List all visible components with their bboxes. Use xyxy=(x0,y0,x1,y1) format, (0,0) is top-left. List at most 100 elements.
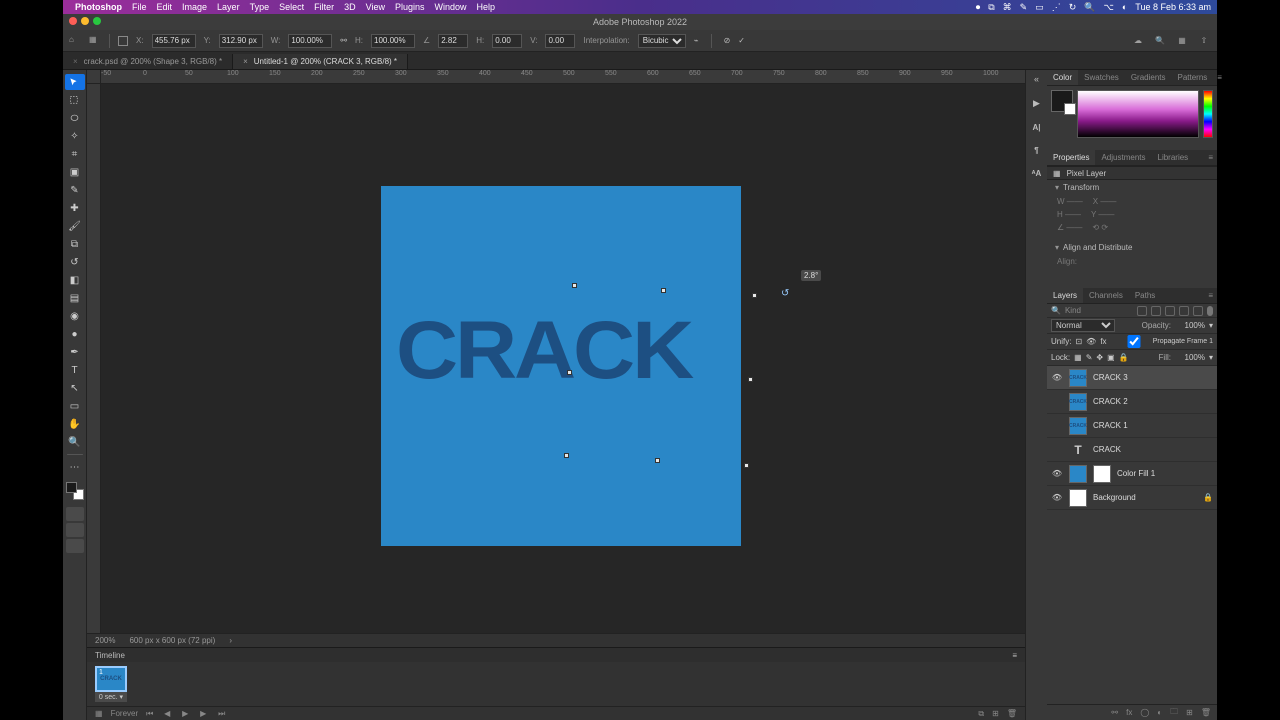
eyedropper-tool[interactable]: ✎ xyxy=(65,182,85,198)
layer-thumbnail[interactable]: CRACK xyxy=(1069,369,1087,387)
move-tool[interactable] xyxy=(65,74,85,90)
menu-file[interactable]: File xyxy=(132,2,147,12)
transform-handle[interactable] xyxy=(752,293,757,298)
interp-select[interactable]: Bicubic xyxy=(638,34,686,48)
tab-gradients[interactable]: Gradients xyxy=(1125,70,1172,85)
commit-transform-icon[interactable]: ✓ xyxy=(738,36,745,45)
warp-icon[interactable]: ⌁ xyxy=(694,36,699,45)
layer-row[interactable]: TCRACK xyxy=(1047,438,1217,462)
color-preview-swatch[interactable] xyxy=(1051,90,1073,112)
tab-color[interactable]: Color xyxy=(1047,70,1078,85)
transform-handle[interactable] xyxy=(564,453,569,458)
tab-channels[interactable]: Channels xyxy=(1083,288,1129,303)
history-panel-icon[interactable]: ▶ xyxy=(1033,98,1040,109)
lock-trans-icon[interactable]: ▦ xyxy=(1074,353,1082,362)
timeline-frame-1[interactable]: CRACK 0 sec. ▾ xyxy=(95,666,127,702)
link-layers-icon[interactable]: ⚯ xyxy=(1111,708,1118,717)
layer-visibility-icon[interactable]: 👁 xyxy=(1051,493,1063,502)
play-icon[interactable]: ▶ xyxy=(182,709,192,719)
layer-row[interactable]: CRACKCRACK 2 xyxy=(1047,390,1217,414)
filter-toggle-icon[interactable] xyxy=(1207,306,1213,316)
unify-pos-icon[interactable]: ⊡ xyxy=(1075,337,1082,346)
filter-type-icon[interactable] xyxy=(1165,306,1175,316)
layer-thumbnail[interactable] xyxy=(1069,489,1087,507)
layer-mask-thumbnail[interactable] xyxy=(1093,465,1111,483)
fill-chevron-icon[interactable]: ▾ xyxy=(1209,353,1213,362)
filter-search-icon[interactable]: 🔍 xyxy=(1051,306,1061,315)
link-wh-icon[interactable]: ⚯ xyxy=(340,36,347,45)
delete-frame-icon[interactable]: 🗑 xyxy=(1007,709,1017,718)
unify-vis-icon[interactable]: 👁 xyxy=(1086,337,1096,346)
screen-mode-alt-icon[interactable] xyxy=(66,539,84,553)
loop-select[interactable]: Forever xyxy=(111,709,139,718)
paragraph-panel-icon[interactable]: ¶ xyxy=(1034,146,1038,155)
layer-name[interactable]: Color Fill 1 xyxy=(1117,469,1155,478)
reference-point-icon[interactable] xyxy=(118,36,128,46)
zoom-level[interactable]: 200% xyxy=(95,636,115,645)
marquee-tool[interactable] xyxy=(65,92,85,108)
align-section-label[interactable]: Align and Distribute xyxy=(1063,243,1132,252)
doc-info-chevron-icon[interactable]: › xyxy=(229,636,232,645)
filter-shape-icon[interactable] xyxy=(1179,306,1189,316)
filter-adjust-icon[interactable] xyxy=(1151,306,1161,316)
menu-select[interactable]: Select xyxy=(279,2,304,12)
lock-pixel-icon[interactable]: ✎ xyxy=(1086,353,1093,362)
crop-tool[interactable]: ⌗ xyxy=(65,146,85,162)
quick-mask-icon[interactable] xyxy=(66,507,84,521)
properties-menu-icon[interactable]: ≡ xyxy=(1204,150,1217,165)
doc-tab-2[interactable]: × Untitled-1 @ 200% (CRACK 3, RGB/8) * xyxy=(233,54,408,69)
lock-pos-icon[interactable]: ✥ xyxy=(1096,353,1103,362)
layer-name[interactable]: CRACK 3 xyxy=(1093,373,1128,382)
cancel-transform-icon[interactable]: ⊘ xyxy=(724,36,731,45)
window-minimize-button[interactable] xyxy=(81,17,89,25)
blur-tool[interactable]: ◉ xyxy=(65,308,85,324)
frame-tool[interactable]: ▣ xyxy=(65,164,85,180)
rotate-input[interactable] xyxy=(438,34,468,48)
filter-smart-icon[interactable] xyxy=(1193,306,1203,316)
screen-mode-icon[interactable] xyxy=(66,523,84,537)
first-frame-icon[interactable]: ⏮ xyxy=(146,709,156,719)
expand-dock-icon[interactable]: « xyxy=(1034,74,1039,84)
traffic-lights[interactable] xyxy=(69,17,101,25)
layer-name[interactable]: Background xyxy=(1093,493,1136,502)
menu-help[interactable]: Help xyxy=(477,2,496,12)
macos-menubar[interactable]: Photoshop File Edit Image Layer Type Sel… xyxy=(63,0,1217,14)
share-icon[interactable]: ⇧ xyxy=(1197,34,1211,48)
layer-thumbnail[interactable] xyxy=(1069,465,1087,483)
timeline-tab[interactable]: Timeline xyxy=(95,651,125,660)
gradient-tool[interactable]: ▤ xyxy=(65,290,85,306)
search-icon[interactable]: 🔍 xyxy=(1153,34,1167,48)
layer-row[interactable]: CRACK CRACK 1 xyxy=(1047,414,1217,438)
tab-adjustments[interactable]: Adjustments xyxy=(1095,150,1151,165)
layer-name[interactable]: CRACK 1 xyxy=(1093,421,1128,430)
cloud-docs-icon[interactable]: ☁ xyxy=(1131,34,1145,48)
layer-thumbnail[interactable]: CRACK xyxy=(1069,417,1087,435)
brush-tool[interactable]: 🖌 xyxy=(65,218,85,234)
pen-tool[interactable]: ✒ xyxy=(65,344,85,360)
adjustment-layer-icon[interactable]: ◐ xyxy=(1157,708,1162,717)
tab-layers[interactable]: Layers xyxy=(1047,288,1083,303)
menu-image[interactable]: Image xyxy=(182,2,207,12)
workspace-icon[interactable]: ▦ xyxy=(1175,34,1189,48)
layer-name[interactable]: CRACK xyxy=(1093,445,1121,454)
transform-handle[interactable] xyxy=(655,458,660,463)
doc-tab-1[interactable]: × crack.psd @ 200% (Shape 3, RGB/8) * xyxy=(63,54,233,69)
layer-name[interactable]: CRACK 2 xyxy=(1093,397,1128,406)
character-panel-icon[interactable]: A| xyxy=(1032,123,1040,132)
unify-style-icon[interactable]: fx xyxy=(1100,337,1106,346)
transform-handle[interactable] xyxy=(744,463,749,468)
layer-visibility-icon[interactable]: 👁 xyxy=(1051,373,1063,382)
window-close-button[interactable] xyxy=(69,17,77,25)
filter-pixel-icon[interactable] xyxy=(1137,306,1147,316)
last-frame-icon[interactable]: ⏭ xyxy=(218,709,228,719)
delete-layer-icon[interactable]: 🗑 xyxy=(1201,708,1211,717)
menu-3d[interactable]: 3D xyxy=(344,2,356,12)
tween-icon[interactable]: ⧉ xyxy=(978,709,984,719)
rectangle-tool[interactable]: ▭ xyxy=(65,398,85,414)
vskew-input[interactable] xyxy=(545,34,575,48)
hand-tool[interactable]: ✋ xyxy=(65,416,85,432)
home-icon[interactable]: ⌂ xyxy=(69,35,81,47)
lasso-tool[interactable] xyxy=(65,110,85,126)
hskew-input[interactable] xyxy=(492,34,522,48)
menu-type[interactable]: Type xyxy=(250,2,270,12)
